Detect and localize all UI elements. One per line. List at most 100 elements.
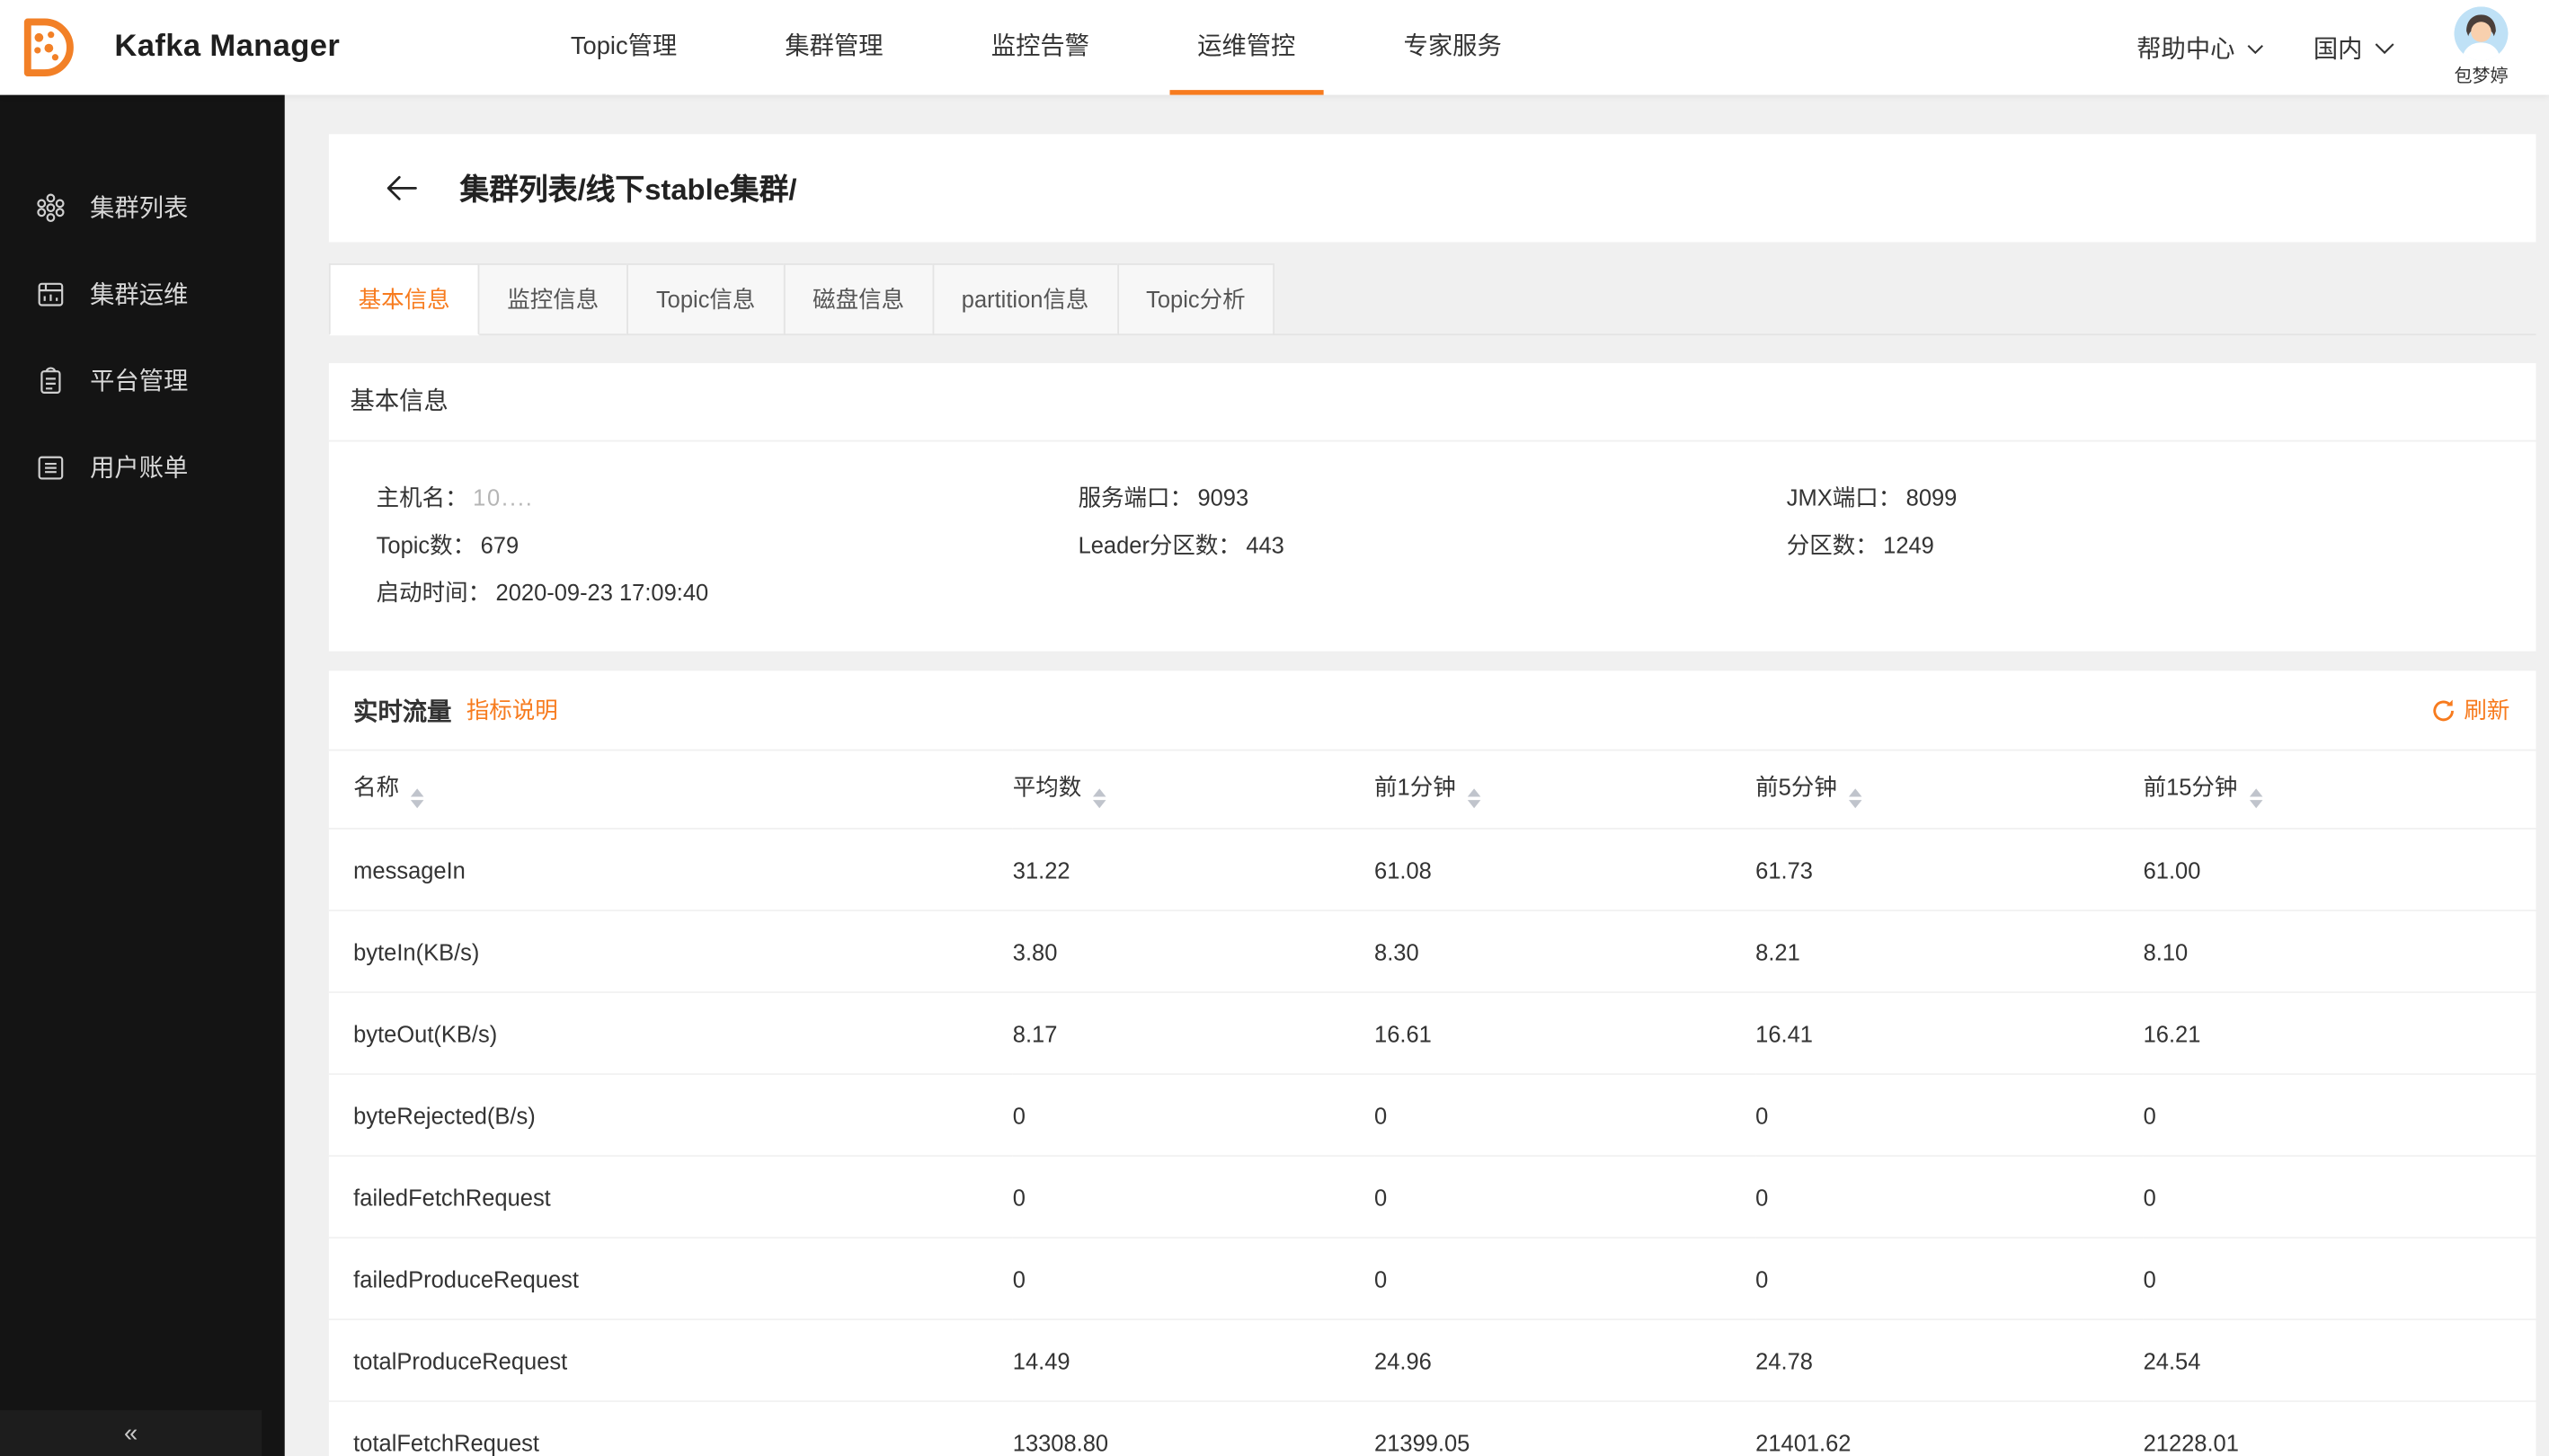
sidebar-item-cluster-ops[interactable]: 集群运维 <box>0 251 285 337</box>
column-header-last-15min[interactable]: 前15分钟 <box>2144 750 2536 829</box>
table-header-row: 名称 平均数 前1分钟 前5分钟 前15分钟 <box>329 750 2536 829</box>
column-header-avg[interactable]: 平均数 <box>1013 750 1374 829</box>
region-label: 国内 <box>2314 31 2363 65</box>
detail-tabs: 基本信息 监控信息 Topic信息 磁盘信息 partition信息 Topic… <box>329 263 2536 335</box>
sort-icon[interactable] <box>2249 788 2262 808</box>
field-partition-count: 分区数：1249 <box>1787 528 2536 561</box>
tab-partition-info[interactable]: partition信息 <box>932 263 1118 335</box>
basic-info-card: 基本信息 主机名：10.... 服务端口：9093 JMX端口：8099 Top… <box>329 363 2536 651</box>
back-button[interactable] <box>386 175 418 201</box>
metric-5min-cell: 24.78 <box>1755 1319 2143 1401</box>
app-title: Kafka Manager <box>114 30 340 66</box>
nav-cluster-manage[interactable]: 集群管理 <box>731 0 937 95</box>
table-row: failedFetchRequest 0 0 0 0 <box>329 1156 2536 1238</box>
tab-disk-info[interactable]: 磁盘信息 <box>783 263 933 335</box>
metric-1min-cell: 61.08 <box>1374 829 1755 910</box>
metric-15min-cell: 0 <box>2144 1156 2536 1238</box>
collapse-icon: « <box>124 1419 138 1447</box>
sidebar: 集群列表 集群运维 平台管理 <box>0 95 285 1456</box>
refresh-icon <box>2431 697 2456 722</box>
nav-monitor-alert[interactable]: 监控告警 <box>937 0 1143 95</box>
sort-icon[interactable] <box>411 788 424 808</box>
sidebar-item-platform-manage[interactable]: 平台管理 <box>0 337 285 423</box>
region-menu[interactable]: 国内 <box>2314 31 2395 65</box>
metric-doc-link[interactable]: 指标说明 <box>466 694 558 726</box>
metric-avg-cell: 8.17 <box>1013 992 1374 1074</box>
metric-avg-cell: 0 <box>1013 1074 1374 1156</box>
sort-icon[interactable] <box>1849 788 1862 808</box>
topbar: Kafka Manager Topic管理 集群管理 监控告警 运维管控 专家服… <box>0 0 2549 95</box>
clipboard-icon <box>36 366 66 395</box>
metric-1min-cell: 8.30 <box>1374 910 1755 992</box>
list-icon <box>36 452 66 482</box>
column-header-last-1min[interactable]: 前1分钟 <box>1374 750 1755 829</box>
metric-5min-cell: 0 <box>1755 1156 2143 1238</box>
nav-topic-manage[interactable]: Topic管理 <box>517 0 732 95</box>
tab-topic-info[interactable]: Topic信息 <box>626 263 785 335</box>
metric-5min-cell: 0 <box>1755 1238 2143 1319</box>
metric-5min-cell: 8.21 <box>1755 910 2143 992</box>
metric-name-cell: byteRejected(B/s) <box>329 1074 1013 1156</box>
sort-icon[interactable] <box>1467 788 1480 808</box>
app-logo-icon <box>16 16 78 78</box>
table-row: byteRejected(B/s) 0 0 0 0 <box>329 1074 2536 1156</box>
table-row: totalProduceRequest 14.49 24.96 24.78 24… <box>329 1319 2536 1401</box>
metric-name-cell: byteOut(KB/s) <box>329 992 1013 1074</box>
metric-15min-cell: 24.54 <box>2144 1319 2536 1401</box>
metric-1min-cell: 21399.05 <box>1374 1401 1755 1456</box>
column-header-last-5min[interactable]: 前5分钟 <box>1755 750 2143 829</box>
table-row: byteIn(KB/s) 3.80 8.30 8.21 8.10 <box>329 910 2536 992</box>
help-center-label: 帮助中心 <box>2136 31 2234 65</box>
avatar[interactable] <box>2454 6 2508 60</box>
field-start-time: 启动时间：2020-09-23 17:09:40 <box>377 576 1079 608</box>
metric-avg-cell: 13308.80 <box>1013 1401 1374 1456</box>
metric-15min-cell: 0 <box>2144 1238 2536 1319</box>
metric-1min-cell: 16.61 <box>1374 992 1755 1074</box>
sidebar-item-label: 集群运维 <box>90 277 188 311</box>
table-row: byteOut(KB/s) 8.17 16.61 16.41 16.21 <box>329 992 2536 1074</box>
metric-avg-cell: 0 <box>1013 1156 1374 1238</box>
metric-1min-cell: 0 <box>1374 1156 1755 1238</box>
sidebar-item-label: 集群列表 <box>90 190 188 224</box>
sort-icon[interactable] <box>1093 788 1106 808</box>
metric-name-cell: messageIn <box>329 829 1013 910</box>
sidebar-item-label: 用户账单 <box>90 450 188 484</box>
metric-5min-cell: 16.41 <box>1755 992 2143 1074</box>
tab-basic-info[interactable]: 基本信息 <box>329 263 479 335</box>
refresh-button[interactable]: 刷新 <box>2431 694 2509 726</box>
field-topic-count: Topic数：679 <box>377 528 1079 561</box>
nav-ops-control[interactable]: 运维管控 <box>1143 0 1349 95</box>
field-leader-partition-count: Leader分区数：443 <box>1079 528 1787 561</box>
metric-avg-cell: 0 <box>1013 1238 1374 1319</box>
metric-1min-cell: 0 <box>1374 1074 1755 1156</box>
metric-15min-cell: 16.21 <box>2144 992 2536 1074</box>
column-header-name[interactable]: 名称 <box>329 750 1013 829</box>
sidebar-collapse-button[interactable]: « <box>0 1410 262 1456</box>
user-menu[interactable]: 包梦婷 <box>2454 6 2508 88</box>
table-row: totalFetchRequest 13308.80 21399.05 2140… <box>329 1401 2536 1456</box>
main-content: 集群列表/线下stable集群/ 基本信息 监控信息 Topic信息 磁盘信息 … <box>285 95 2549 1456</box>
field-jmx-port: JMX端口：8099 <box>1787 481 2536 513</box>
top-nav: Topic管理 集群管理 监控告警 运维管控 专家服务 <box>517 0 1556 95</box>
sidebar-item-user-billing[interactable]: 用户账单 <box>0 423 285 510</box>
refresh-label: 刷新 <box>2464 694 2509 726</box>
metrics-table: 名称 平均数 前1分钟 前5分钟 前15分钟 messageIn 31.22 6… <box>329 750 2536 1456</box>
server-monitor-icon <box>36 279 66 308</box>
tab-topic-analysis[interactable]: Topic分析 <box>1116 263 1274 335</box>
metric-1min-cell: 24.96 <box>1374 1319 1755 1401</box>
metric-15min-cell: 61.00 <box>2144 829 2536 910</box>
table-row: failedProduceRequest 0 0 0 0 <box>329 1238 2536 1319</box>
metric-5min-cell: 0 <box>1755 1074 2143 1156</box>
basic-info-fields: 主机名：10.... 服务端口：9093 JMX端口：8099 Topic数：6… <box>329 441 2536 651</box>
metric-5min-cell: 61.73 <box>1755 829 2143 910</box>
cluster-honeycomb-icon <box>36 192 66 222</box>
sidebar-menu: 集群列表 集群运维 平台管理 <box>0 95 285 510</box>
brand: Kafka Manager <box>16 16 340 78</box>
help-center-menu[interactable]: 帮助中心 <box>2136 31 2264 65</box>
field-hostname: 主机名：10.... <box>377 481 1079 513</box>
nav-expert-service[interactable]: 专家服务 <box>1349 0 1555 95</box>
tab-monitor-info[interactable]: 监控信息 <box>478 263 628 335</box>
breadcrumb-bar: 集群列表/线下stable集群/ <box>329 134 2536 242</box>
metric-name-cell: failedProduceRequest <box>329 1238 1013 1319</box>
sidebar-item-cluster-list[interactable]: 集群列表 <box>0 164 285 250</box>
